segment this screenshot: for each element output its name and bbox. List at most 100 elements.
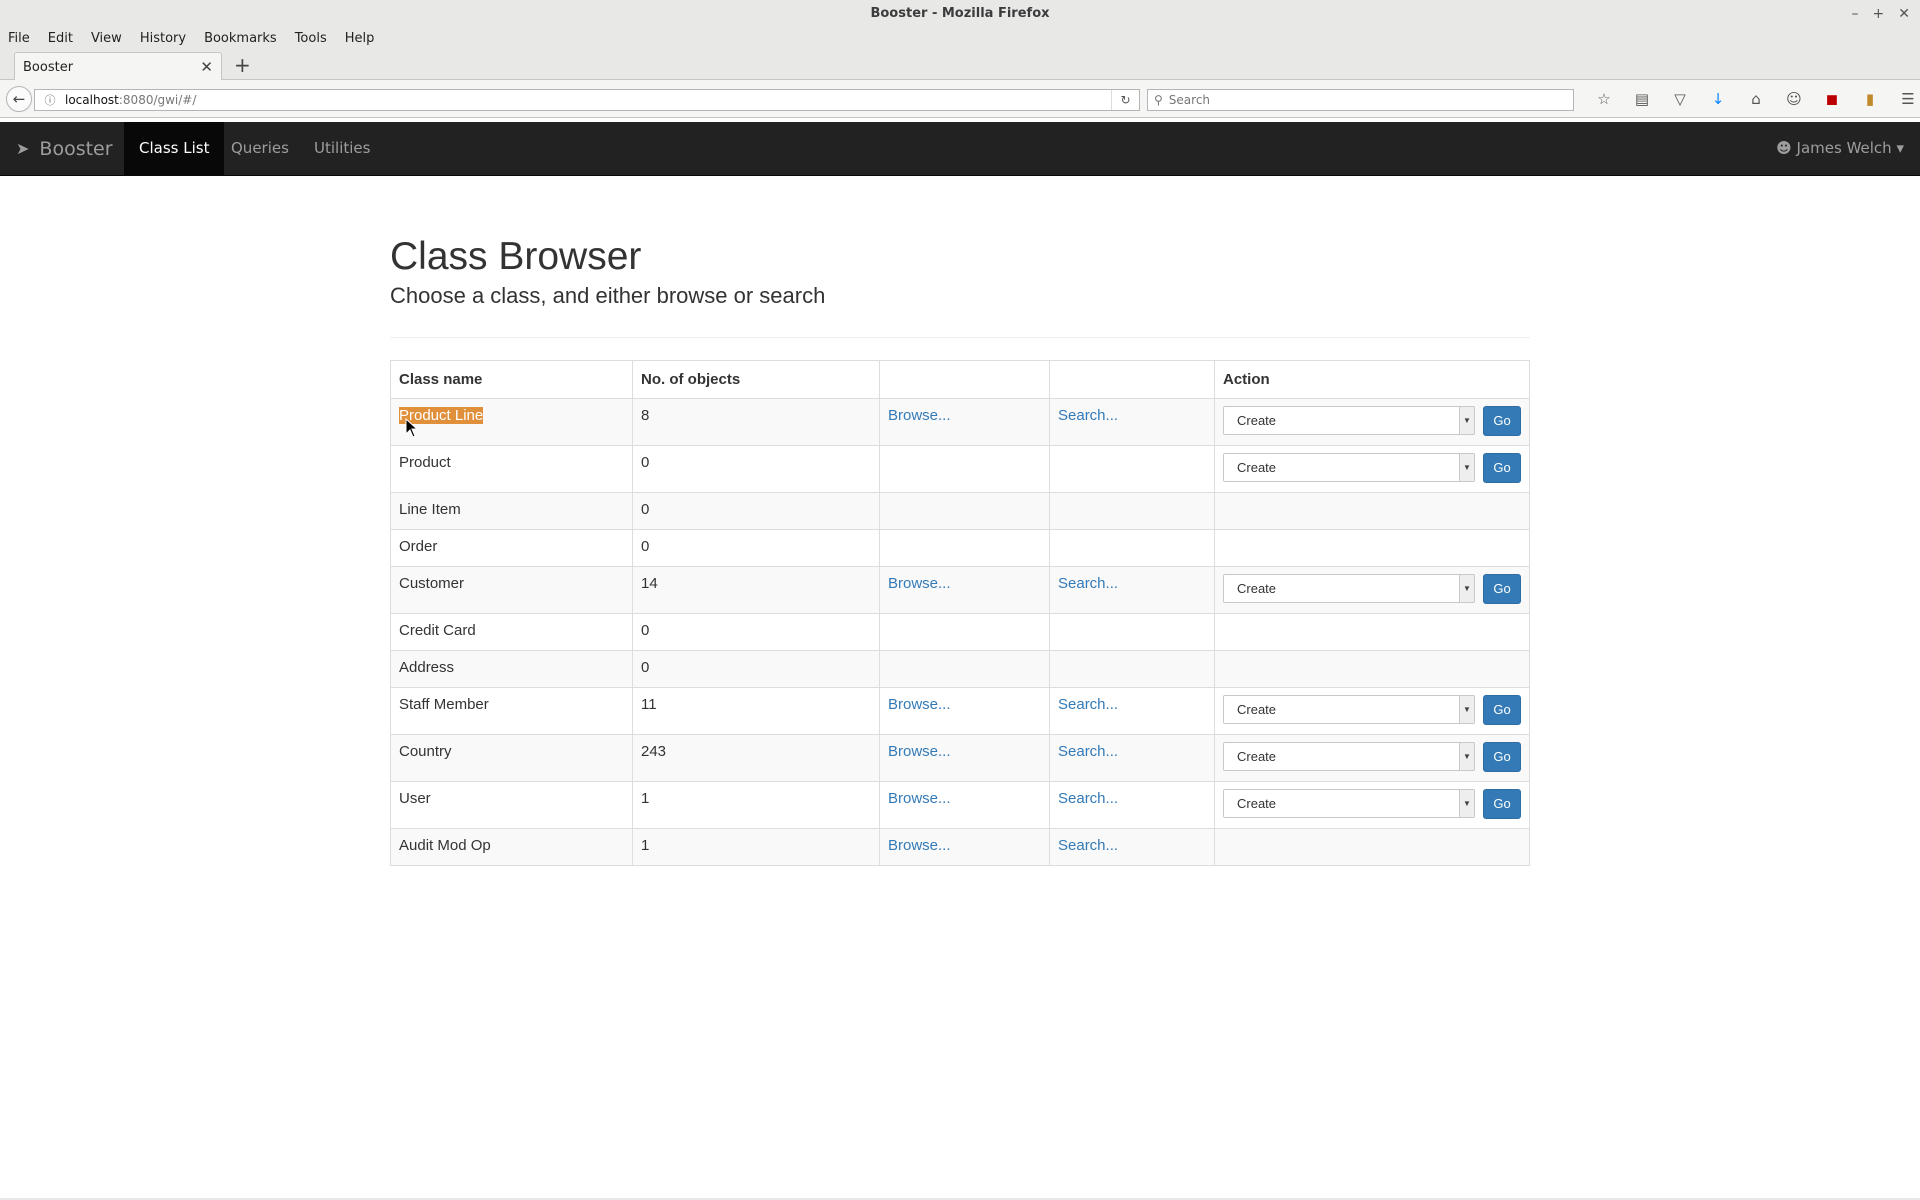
bookmark-star-icon[interactable]: ☆ — [1585, 89, 1623, 109]
user-name: James Welch — [1796, 139, 1892, 157]
class-name-text[interactable]: Address — [399, 659, 454, 676]
class-name-text[interactable]: Country — [399, 743, 452, 760]
nav-class-list[interactable]: Class List — [124, 122, 225, 175]
menu-file[interactable]: File — [8, 31, 30, 46]
go-button[interactable]: Go — [1483, 452, 1521, 483]
menu-view[interactable]: View — [91, 31, 122, 46]
cell-class-name: Order — [390, 528, 633, 567]
menu-history[interactable]: History — [140, 31, 186, 46]
cell-class-name: Staff Member — [390, 686, 633, 735]
cell-browse: Browse... — [879, 565, 1050, 614]
hamburger-menu-icon[interactable]: ☰ — [1889, 89, 1920, 109]
class-name-text[interactable]: Line Item — [399, 501, 461, 518]
nav-utilities[interactable]: Utilities — [299, 122, 385, 175]
go-button[interactable]: Go — [1483, 694, 1521, 725]
action-select-value: Create — [1237, 796, 1277, 812]
info-icon[interactable]: ⓘ — [41, 92, 59, 108]
dropdown-arrow-icon[interactable]: ▼ — [1459, 454, 1474, 482]
minimize-icon[interactable]: – — [1852, 0, 1859, 28]
user-menu[interactable]: ☻ James Welch ▾ — [1776, 122, 1904, 175]
browse-link[interactable]: Browse... — [888, 575, 951, 592]
dropdown-arrow-icon[interactable]: ▼ — [1459, 743, 1474, 771]
action-select-value: Create — [1237, 581, 1277, 597]
dropdown-arrow-icon[interactable]: ▼ — [1459, 407, 1474, 435]
nav-queries[interactable]: Queries — [216, 122, 304, 175]
reading-list-icon[interactable]: ▤ — [1623, 89, 1661, 109]
dropdown-arrow-icon[interactable]: ▼ — [1459, 790, 1474, 818]
cell-class-name: Address — [390, 649, 633, 688]
class-name-text[interactable]: Staff Member — [399, 696, 489, 713]
search-link[interactable]: Search... — [1058, 837, 1118, 854]
menu-help[interactable]: Help — [345, 31, 375, 46]
class-name-text[interactable]: Audit Mod Op — [399, 837, 491, 854]
class-name-text[interactable]: Credit Card — [399, 622, 476, 639]
cell-browse: Browse... — [879, 686, 1050, 735]
pocket-icon[interactable]: ▽ — [1661, 89, 1699, 109]
header-class-name: Class name — [390, 359, 633, 399]
search-link[interactable]: Search... — [1058, 696, 1118, 713]
search-link[interactable]: Search... — [1058, 790, 1118, 807]
search-link[interactable]: Search... — [1058, 743, 1118, 760]
class-name-text[interactable]: Customer — [399, 575, 464, 592]
cell-action — [1214, 528, 1530, 567]
back-button[interactable]: ← — [6, 86, 32, 112]
browse-link[interactable]: Browse... — [888, 743, 951, 760]
browse-link[interactable]: Browse... — [888, 790, 951, 807]
action-select[interactable]: Create ▼ — [1223, 453, 1475, 483]
go-button[interactable]: Go — [1483, 573, 1521, 604]
url-text[interactable]: localhost:8080/gwi/#/ — [65, 93, 1111, 107]
action-select[interactable]: Create ▼ — [1223, 574, 1475, 604]
class-name-text[interactable]: Product — [399, 454, 451, 471]
cell-class-name: Product Line — [390, 397, 633, 446]
action-select[interactable]: Create ▼ — [1223, 406, 1475, 436]
class-name-text[interactable]: Order — [399, 538, 437, 555]
browse-link[interactable]: Browse... — [888, 837, 951, 854]
download-icon[interactable]: ↓ — [1699, 89, 1737, 109]
new-tab-icon[interactable]: + — [234, 53, 251, 77]
window-controls: – + ✕ — [1852, 0, 1910, 28]
brand-label: Booster — [39, 137, 113, 160]
search-icon: ⚲ — [1154, 93, 1163, 107]
menu-tools[interactable]: Tools — [295, 31, 327, 46]
dropdown-arrow-icon[interactable]: ▼ — [1459, 696, 1474, 724]
search-link[interactable]: Search... — [1058, 407, 1118, 424]
browse-link[interactable]: Browse... — [888, 696, 951, 713]
go-button[interactable]: Go — [1483, 788, 1521, 819]
tab-close-icon[interactable]: ✕ — [200, 58, 213, 76]
menu-edit[interactable]: Edit — [48, 31, 73, 46]
url-bar[interactable]: ⓘ localhost:8080/gwi/#/ ↻ — [34, 89, 1140, 111]
maximize-icon[interactable]: + — [1873, 0, 1885, 28]
action-select[interactable]: Create ▼ — [1223, 789, 1475, 819]
dropdown-arrow-icon[interactable]: ▼ — [1459, 575, 1474, 603]
close-window-icon[interactable]: ✕ — [1898, 0, 1910, 28]
go-button[interactable]: Go — [1483, 405, 1521, 436]
class-name-text[interactable]: User — [399, 790, 431, 807]
cell-action — [1214, 827, 1530, 866]
cell-browse — [879, 491, 1050, 530]
menu-bookmarks[interactable]: Bookmarks — [204, 31, 277, 46]
ublock-icon[interactable]: ◼ — [1813, 89, 1851, 109]
table-row: Customer 14 Browse... Search... Create ▼ Go — [390, 565, 1530, 614]
go-button[interactable]: Go — [1483, 741, 1521, 772]
cell-class-name: Customer — [390, 565, 633, 614]
header-browse — [879, 359, 1050, 399]
cell-class-name: User — [390, 780, 633, 829]
action-controls: Create ▼ Go — [1223, 573, 1521, 604]
search-link[interactable]: Search... — [1058, 575, 1118, 592]
cell-search: Search... — [1049, 827, 1215, 866]
search-bar[interactable]: ⚲ Search — [1147, 89, 1574, 111]
action-select-value: Create — [1237, 460, 1277, 476]
browser-tab[interactable]: Booster ✕ — [14, 52, 222, 81]
brand[interactable]: ➤ Booster — [16, 122, 113, 175]
reload-icon[interactable]: ↻ — [1111, 90, 1139, 110]
extension-icon[interactable]: ▮ — [1851, 89, 1889, 109]
browse-link[interactable]: Browse... — [888, 407, 951, 424]
action-select[interactable]: Create ▼ — [1223, 742, 1475, 772]
table-row: Order 0 — [390, 528, 1530, 567]
mouse-cursor-icon — [405, 418, 419, 438]
nav-toolbar: ← ⓘ localhost:8080/gwi/#/ ↻ ⚲ Search ☆ ▤… — [0, 80, 1920, 118]
home-icon[interactable]: ⌂ — [1737, 89, 1775, 109]
table-header-row: Class name No. of objects Action — [390, 359, 1530, 399]
action-select[interactable]: Create ▼ — [1223, 695, 1475, 725]
chat-icon[interactable]: ☺ — [1775, 89, 1813, 109]
